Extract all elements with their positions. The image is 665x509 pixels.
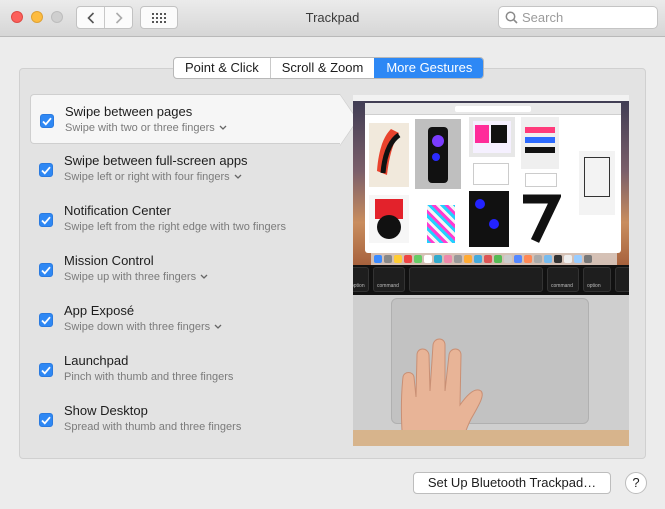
gesture-title: Show Desktop xyxy=(64,403,148,418)
gesture-title: Swipe between full-screen apps xyxy=(64,153,248,168)
checkmark-icon xyxy=(42,117,52,126)
checkmark-icon xyxy=(41,266,51,275)
thumbnail xyxy=(473,163,509,185)
gesture-notification-center[interactable]: Notification Center Swipe left from the … xyxy=(30,194,340,244)
key-arrow-left xyxy=(615,267,629,292)
key-option-left: option xyxy=(353,267,369,292)
poster-thumbnail xyxy=(369,195,409,243)
poster-thumbnail xyxy=(521,117,559,169)
swipe-between-pages-checkbox[interactable] xyxy=(40,114,54,128)
checkmark-icon xyxy=(41,416,51,425)
preview-dock xyxy=(371,253,617,265)
swipe-full-screen-apps-checkbox[interactable] xyxy=(39,163,53,177)
gesture-title: Launchpad xyxy=(64,353,129,368)
poster-thumbnail xyxy=(579,151,615,215)
app-expose-checkbox[interactable] xyxy=(39,313,53,327)
gesture-launchpad[interactable]: Launchpad Pinch with thumb and three fin… xyxy=(30,344,340,394)
preview-keyboard: option command command option xyxy=(353,265,629,295)
laptop-palmrest xyxy=(353,295,629,446)
gesture-title: App Exposé xyxy=(64,303,135,318)
notification-center-checkbox[interactable] xyxy=(39,213,53,227)
search-field[interactable] xyxy=(498,6,658,29)
gesture-swipe-between-pages[interactable]: Swipe between pages Swipe with two or th… xyxy=(30,94,358,146)
gesture-title: Mission Control xyxy=(64,253,154,268)
key-command-left: command xyxy=(373,267,405,292)
key-command-right: command xyxy=(547,267,579,292)
preview-browser-window xyxy=(365,103,621,253)
gesture-preview-video: option command command option xyxy=(353,95,629,446)
tab-more-gestures[interactable]: More Gestures xyxy=(374,58,484,78)
help-button[interactable]: ? xyxy=(625,472,647,494)
set-up-bluetooth-trackpad-button[interactable]: Set Up Bluetooth Trackpad… xyxy=(413,472,611,494)
tab-scroll-and-zoom[interactable]: Scroll & Zoom xyxy=(269,58,375,78)
gesture-app-expose[interactable]: App Exposé Swipe down with three fingers xyxy=(30,294,340,344)
chevron-down-icon xyxy=(214,324,222,329)
show-desktop-checkbox[interactable] xyxy=(39,413,53,427)
checkmark-icon xyxy=(41,316,51,325)
key-space xyxy=(409,267,543,292)
poster-thumbnail xyxy=(469,191,509,247)
tab-bar: Point & Click Scroll & Zoom More Gesture… xyxy=(173,57,485,79)
checkmark-icon xyxy=(41,166,51,175)
launchpad-checkbox[interactable] xyxy=(39,363,53,377)
chevron-down-icon xyxy=(200,274,208,279)
preview-menu-bar xyxy=(353,95,629,101)
search-input[interactable] xyxy=(522,10,652,25)
gesture-swipe-between-full-screen-apps[interactable]: Swipe between full-screen apps Swipe lef… xyxy=(30,144,340,194)
gesture-title: Swipe between pages xyxy=(65,104,193,119)
mission-control-checkbox[interactable] xyxy=(39,263,53,277)
checkmark-icon xyxy=(41,366,51,375)
gesture-option-popup[interactable]: Swipe with two or three fingers xyxy=(65,122,227,134)
poster-thumbnail xyxy=(369,123,409,187)
gesture-subtitle: Spread with thumb and three fingers xyxy=(64,421,242,433)
hand-illustration xyxy=(401,338,483,446)
checkmark-icon xyxy=(41,216,51,225)
thumbnail xyxy=(525,173,557,187)
gesture-mission-control[interactable]: Mission Control Swipe up with three fing… xyxy=(30,244,340,294)
gesture-option-popup[interactable]: Swipe down with three fingers xyxy=(64,321,222,333)
gesture-title: Notification Center xyxy=(64,203,171,218)
phone-thumbnail xyxy=(415,119,461,189)
gesture-subtitle: Swipe left from the right edge with two … xyxy=(64,221,286,233)
title-bar: Trackpad xyxy=(0,0,665,37)
chevron-down-icon xyxy=(234,174,242,179)
gesture-subtitle: Pinch with thumb and three fingers xyxy=(64,371,234,383)
chevron-down-icon xyxy=(219,125,227,130)
gesture-option-popup[interactable]: Swipe left or right with four fingers xyxy=(64,171,242,183)
gesture-show-desktop[interactable]: Show Desktop Spread with thumb and three… xyxy=(30,394,340,444)
search-icon xyxy=(505,11,518,24)
poster-thumbnail xyxy=(469,117,515,157)
gesture-option-popup[interactable]: Swipe up with three fingers xyxy=(64,271,208,283)
poster-thumbnail xyxy=(517,191,563,247)
poster-thumbnail xyxy=(423,199,459,249)
key-option-right: option xyxy=(583,267,611,292)
tab-point-and-click[interactable]: Point & Click xyxy=(174,58,270,78)
